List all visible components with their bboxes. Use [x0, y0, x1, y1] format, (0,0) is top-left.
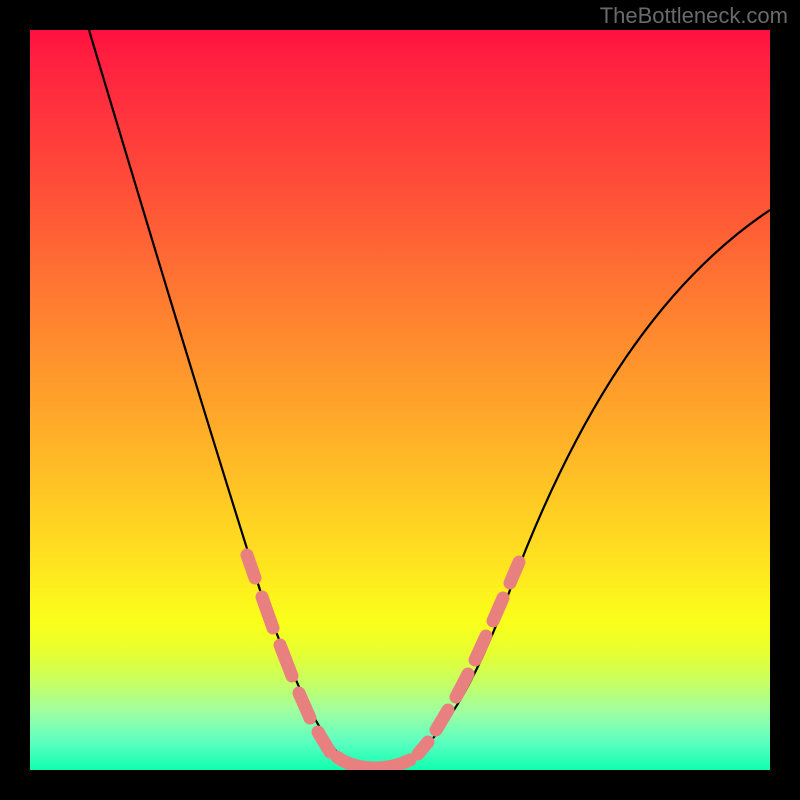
valley-highlight	[337, 757, 410, 768]
watermark-text: TheBottleneck.com	[600, 3, 788, 29]
chart-container: TheBottleneck.com	[0, 0, 800, 800]
curve-svg	[30, 30, 770, 770]
right-highlight-segment	[418, 562, 519, 754]
bottleneck-curve-path	[89, 30, 770, 770]
